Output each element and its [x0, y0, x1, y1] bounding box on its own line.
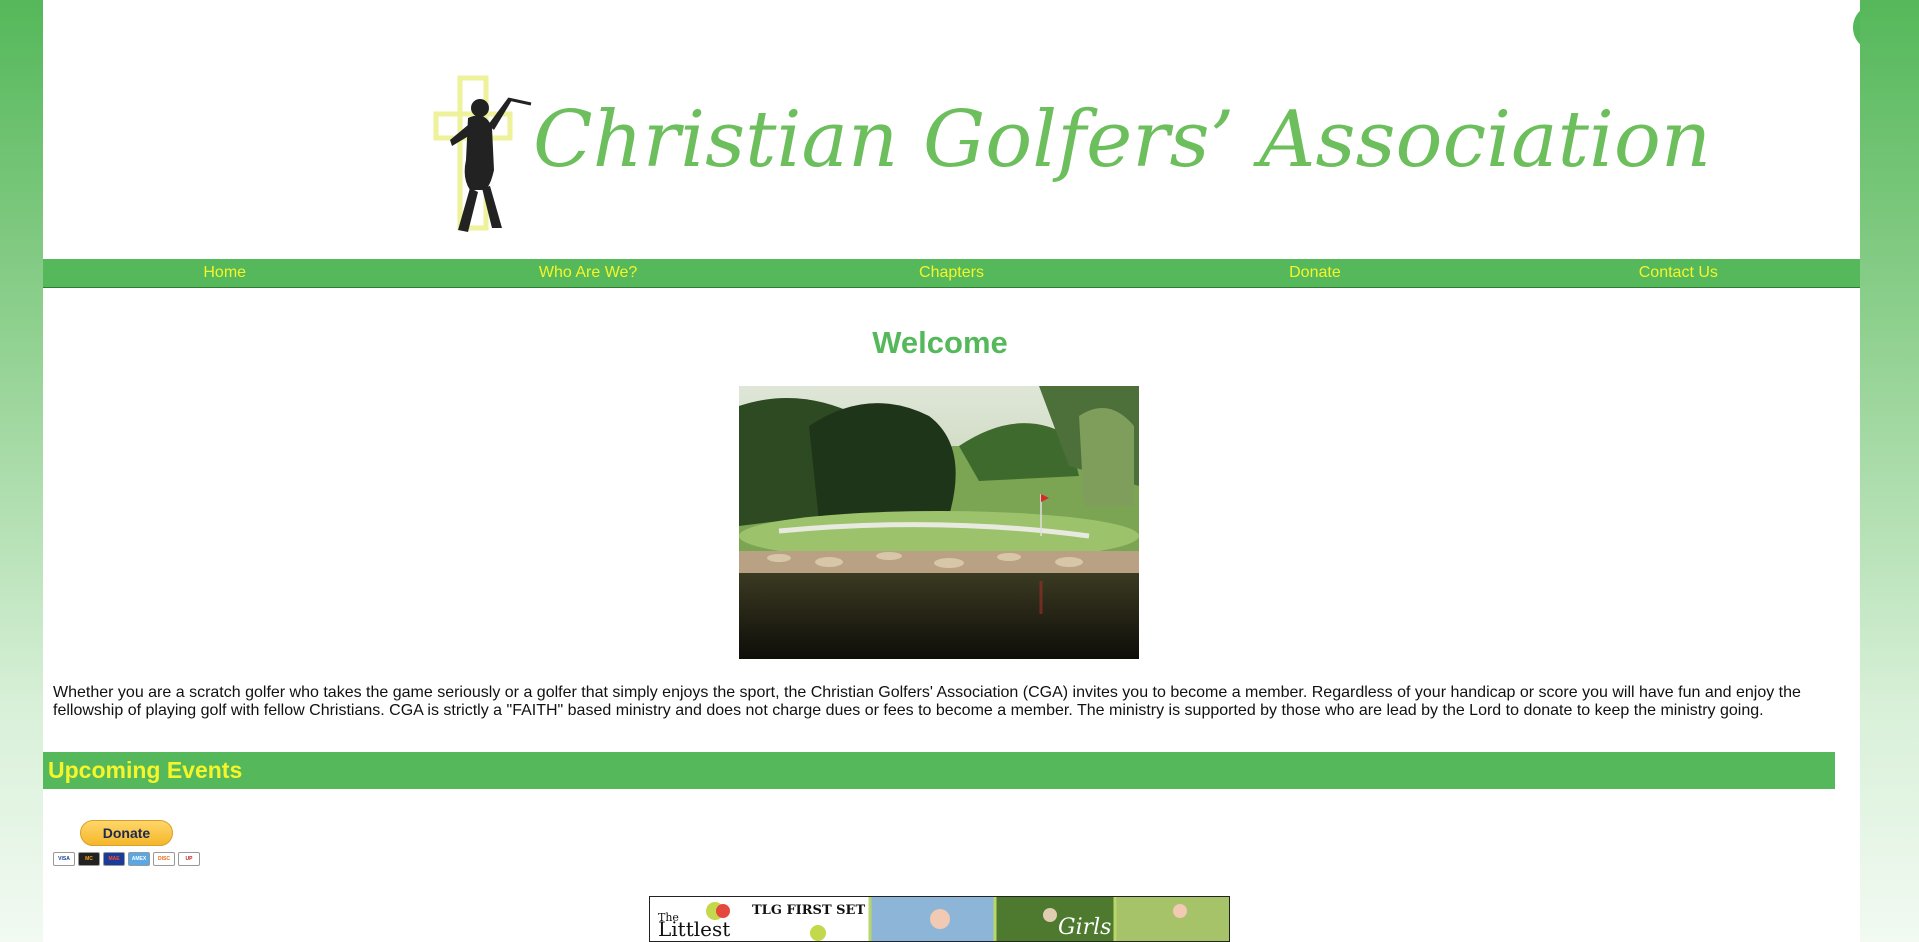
amex-icon: AMEX: [128, 852, 150, 866]
intro-paragraph: Whether you are a scratch golfer who tak…: [53, 684, 1801, 719]
banner-brand-line2: Littlest: [658, 917, 731, 941]
page-title: Welcome: [872, 325, 1008, 360]
upcoming-events-heading: Upcoming Events: [43, 752, 1835, 789]
site-logo-text[interactable]: Christian Golfers’ Association: [533, 95, 1711, 185]
banner-tlg-label: TLG FIRST SET: [752, 903, 866, 918]
nav-chapters[interactable]: Chapters: [770, 259, 1133, 287]
nav-home[interactable]: Home: [43, 259, 406, 287]
maestro-icon: MAE: [103, 852, 125, 866]
unionpay-icon: UP: [178, 852, 200, 866]
banner-graphic: [650, 897, 1229, 941]
banner-girls-label: Girls: [1058, 915, 1112, 940]
visa-card-icon: VISA: [53, 852, 75, 866]
donate-button[interactable]: Donate: [80, 820, 173, 846]
page: Christian Golfers’ Association Home Who …: [43, 0, 1860, 942]
nav-contact-us[interactable]: Contact Us: [1497, 259, 1860, 287]
main-nav: Home Who Are We? Chapters Donate Contact…: [43, 259, 1860, 288]
payment-cards: VISA MC MAE AMEX DISC UP: [53, 852, 200, 866]
golf-course-image: [739, 386, 1139, 659]
nav-who-are-we[interactable]: Who Are We?: [406, 259, 769, 287]
nav-donate[interactable]: Donate: [1133, 259, 1496, 287]
littlest-golfer-banner[interactable]: The Littlest TLG FIRST SET Girls: [649, 896, 1230, 942]
user-icon[interactable]: [1853, 4, 1860, 51]
discover-icon: DISC: [153, 852, 175, 866]
mastercard-icon: MC: [78, 852, 100, 866]
